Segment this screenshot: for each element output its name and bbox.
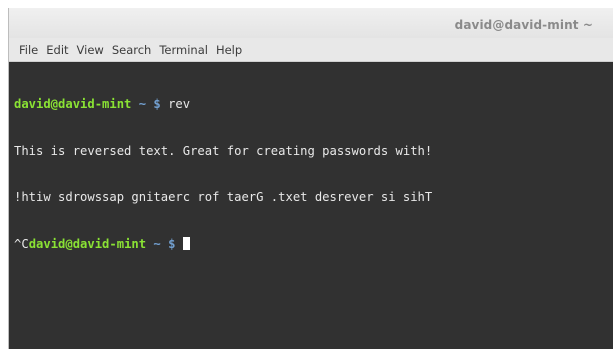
text-cursor — [182, 236, 190, 250]
menu-view[interactable]: View — [77, 43, 104, 57]
menu-search[interactable]: Search — [112, 43, 152, 57]
menu-terminal[interactable]: Terminal — [159, 43, 208, 57]
terminal-line-input: This is reversed text. Great for creatin… — [14, 143, 433, 158]
terminal-line-output: !htiw sdrowssap gnitaerc rof taerG .txet… — [14, 190, 433, 204]
menu-file[interactable]: File — [19, 43, 38, 57]
terminal-window: david@david-mint ~ File Edit View Search… — [8, 8, 613, 349]
window-title: david@david-mint ~ — [454, 18, 593, 32]
menu-edit[interactable]: Edit — [46, 43, 68, 57]
prompt-path: ~ $ — [146, 236, 183, 251]
terminal-output[interactable]: david@david-mint ~ $ rev This is reverse… — [9, 63, 613, 349]
interrupt-text: ^C — [14, 236, 29, 251]
title-bar[interactable]: david@david-mint ~ — [9, 8, 613, 38]
prompt-user-host: david@david-mint — [28, 236, 147, 251]
prompt-path: ~ $ — [131, 97, 169, 111]
command-text: rev — [168, 97, 191, 111]
terminal-line-prompt: ^Cdavid@david-mint ~ $ — [14, 236, 613, 253]
menu-help[interactable]: Help — [216, 43, 242, 57]
prompt-user-host: david@david-mint — [14, 97, 132, 111]
terminal-line-command: david@david-mint ~ $ rev — [14, 97, 613, 113]
menu-bar: File Edit View Search Terminal Help — [9, 38, 613, 62]
